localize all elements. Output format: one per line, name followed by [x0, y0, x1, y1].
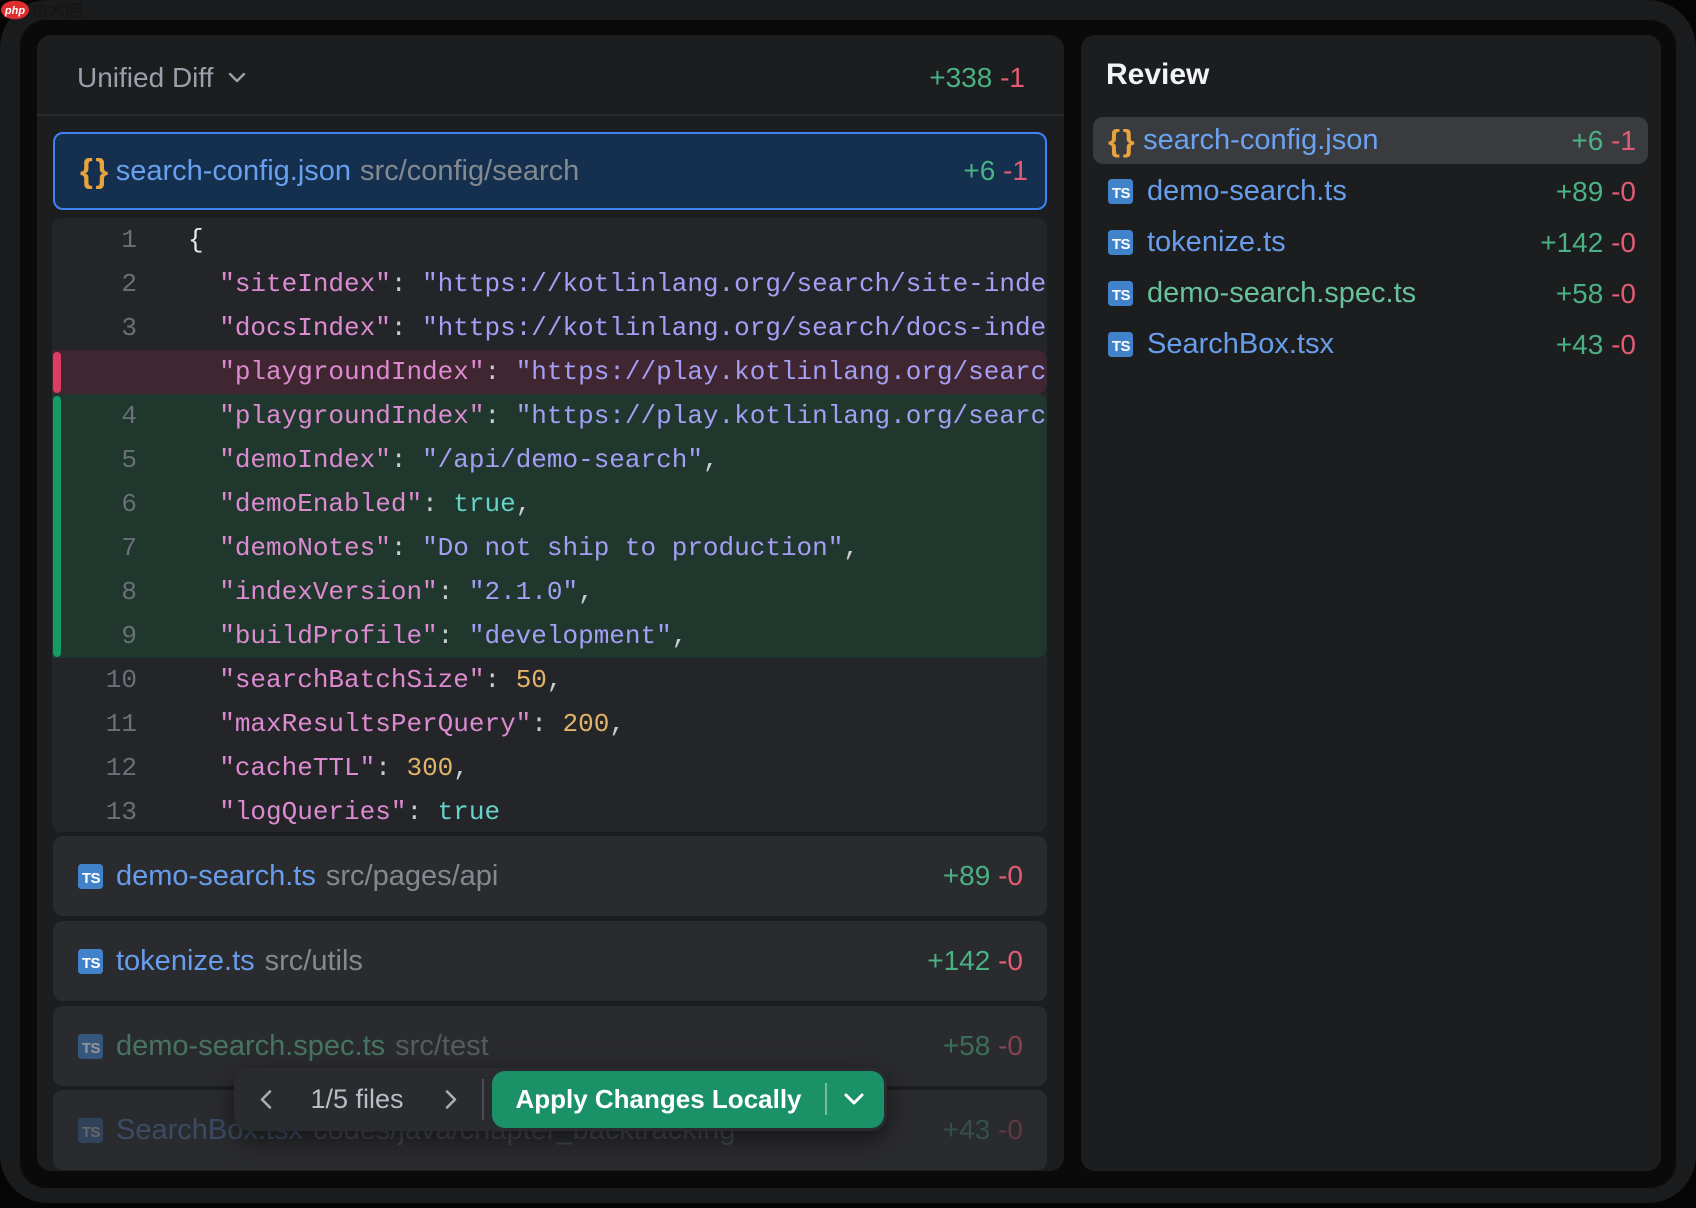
svg-text:php: php: [4, 5, 25, 17]
